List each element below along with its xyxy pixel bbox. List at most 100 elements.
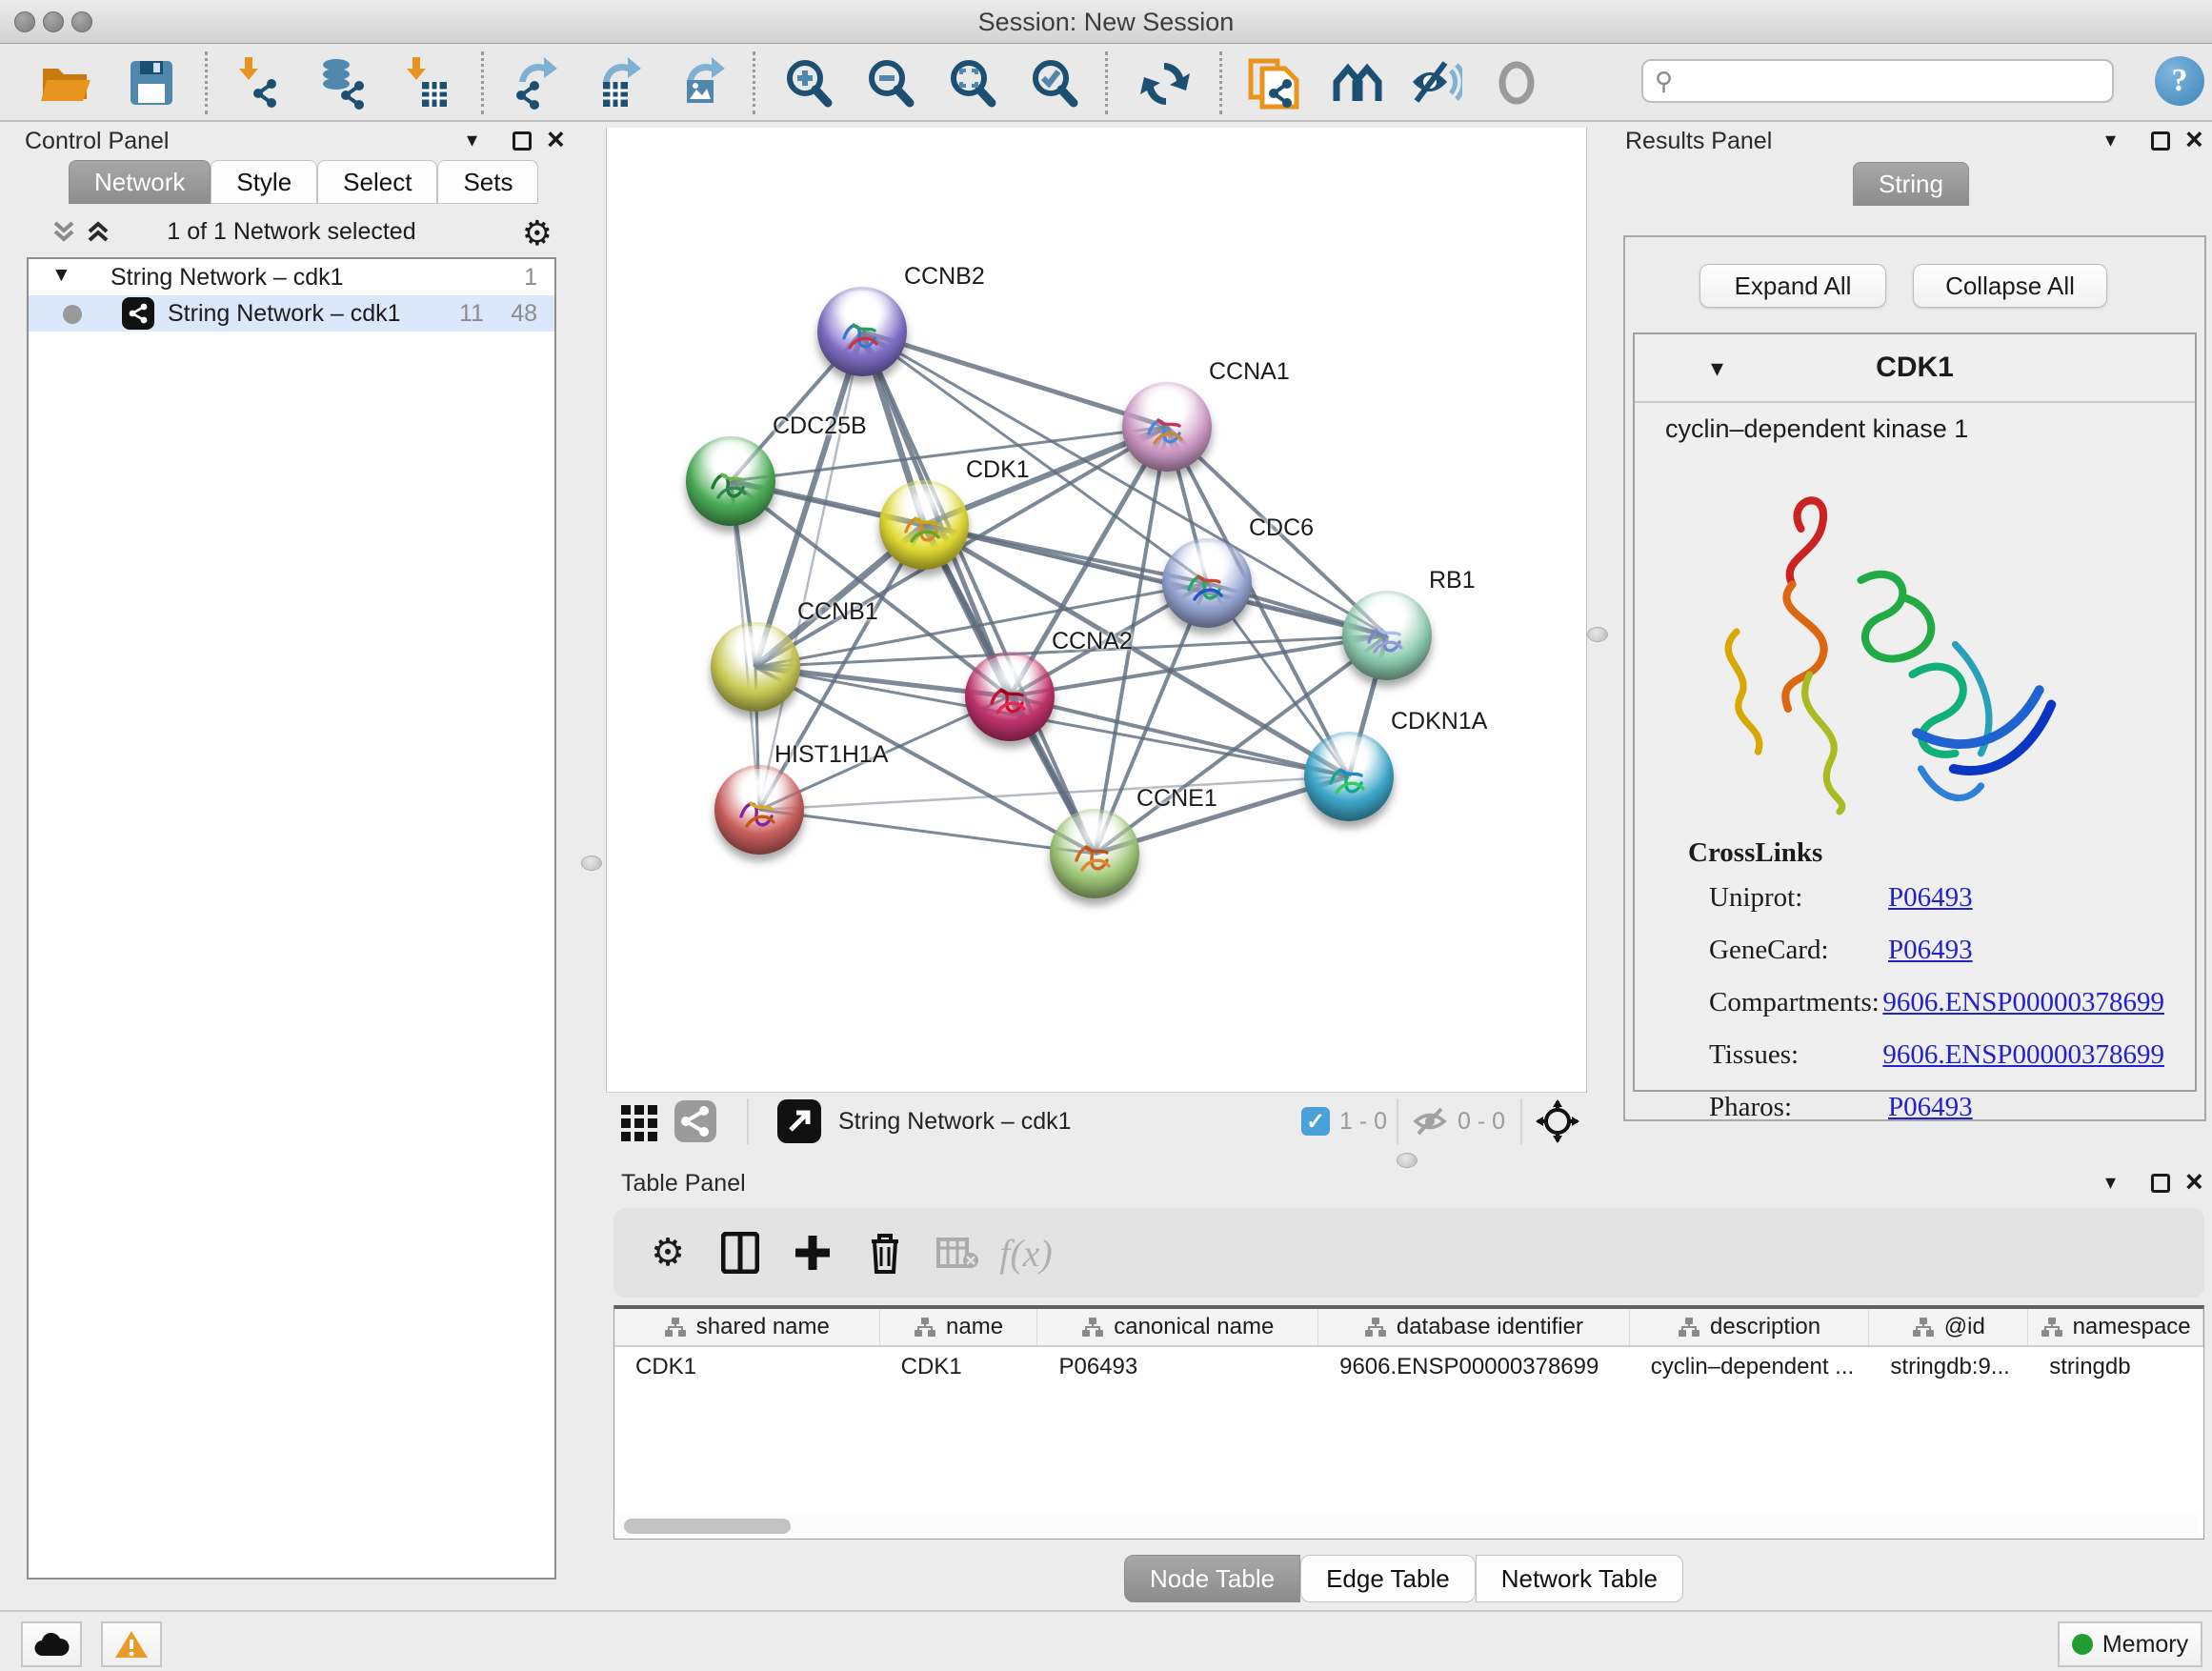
search-input[interactable] xyxy=(1673,62,2112,100)
collapse-all-button[interactable]: Collapse All xyxy=(1913,264,2107,308)
table-panel-float-icon[interactable]: ▾ xyxy=(2105,1170,2116,1195)
open-in-window-icon[interactable] xyxy=(777,1100,821,1142)
inactive-eye-icon[interactable] xyxy=(1490,56,1545,111)
control-panel-float-icon[interactable]: ▾ xyxy=(467,128,477,152)
column-header--id[interactable]: @id xyxy=(1869,1309,2028,1345)
import-network-icon[interactable] xyxy=(231,56,286,111)
network-row-selected[interactable]: String Network – cdk1 11 48 xyxy=(29,295,554,332)
network-node-ccnb1[interactable] xyxy=(711,622,800,712)
tab-select[interactable]: Select xyxy=(317,160,437,204)
search-field[interactable]: ⚲ xyxy=(1641,59,2114,103)
network-node-cdkn1a[interactable] xyxy=(1304,732,1394,821)
column-header-description[interactable]: description xyxy=(1630,1309,1870,1345)
table-cell[interactable]: stringdb:9... xyxy=(1869,1349,2028,1385)
tab-edge-table[interactable]: Edge Table xyxy=(1300,1555,1476,1602)
crosslink-link[interactable]: P06493 xyxy=(1888,882,1973,914)
network-edge[interactable] xyxy=(862,332,1095,854)
expand-all-button[interactable]: Expand All xyxy=(1699,264,1886,308)
crosslink-link[interactable]: P06493 xyxy=(1888,1092,1973,1123)
tab-network-table[interactable]: Network Table xyxy=(1476,1555,1683,1602)
table-cell[interactable]: P06493 xyxy=(1037,1349,1318,1385)
network-edge[interactable] xyxy=(759,810,1095,854)
crosslink-link[interactable]: P06493 xyxy=(1888,935,1973,966)
zoom-fit-icon[interactable] xyxy=(945,56,1000,111)
protein-thumbnail xyxy=(984,674,1036,726)
export-network-icon[interactable] xyxy=(509,56,564,111)
table-cell[interactable]: CDK1 xyxy=(614,1349,880,1385)
tab-string[interactable]: String xyxy=(1853,162,1969,206)
tab-style[interactable]: Style xyxy=(211,160,317,204)
table-cell[interactable]: CDK1 xyxy=(880,1349,1038,1385)
cloud-button[interactable] xyxy=(21,1621,82,1667)
network-node-ccne1[interactable] xyxy=(1050,809,1139,898)
crosslink-link[interactable]: 9606.ENSP00000378699 xyxy=(1882,1039,2164,1071)
column-header-name[interactable]: name xyxy=(880,1309,1038,1345)
warning-button[interactable] xyxy=(101,1621,162,1667)
grid-view-icon[interactable] xyxy=(619,1100,659,1142)
zoom-selected-icon[interactable] xyxy=(1027,56,1082,111)
save-session-icon[interactable] xyxy=(124,56,179,111)
network-node-rb1[interactable] xyxy=(1342,591,1432,680)
network-node-ccna2[interactable] xyxy=(965,652,1055,741)
network-node-cdc6[interactable] xyxy=(1162,538,1252,628)
network-edge[interactable] xyxy=(924,525,1387,635)
zoom-out-icon[interactable] xyxy=(863,56,918,111)
add-column-icon[interactable] xyxy=(785,1225,840,1280)
tab-network[interactable]: Network xyxy=(69,160,211,204)
network-edge[interactable] xyxy=(862,332,1167,427)
delete-column-icon[interactable] xyxy=(857,1225,913,1280)
network-collection-row[interactable]: ▼ String Network – cdk1 1 xyxy=(29,259,554,295)
checkbox-icon[interactable]: ✓ xyxy=(1301,1107,1330,1136)
network-node-cdk1[interactable] xyxy=(879,480,969,570)
right-splitter-handle[interactable] xyxy=(1587,627,1608,642)
results-panel-close-icon[interactable]: × xyxy=(2185,130,2203,149)
horizontal-splitter-handle[interactable] xyxy=(1397,1153,1418,1168)
hide-panels-icon[interactable] xyxy=(1408,56,1463,111)
table-cell[interactable]: 9606.ENSP00000378699 xyxy=(1318,1349,1630,1385)
table-cell[interactable]: stringdb xyxy=(2028,1349,2203,1385)
tab-node-table[interactable]: Node Table xyxy=(1124,1555,1300,1602)
zoom-in-icon[interactable] xyxy=(781,56,836,111)
network-canvas[interactable]: CCNB2CCNA1CDC25BCDK1CDC6RB1CCNB1CCNA2CDK… xyxy=(606,128,1587,1092)
export-image-icon[interactable] xyxy=(674,56,730,111)
table-settings-gear-icon[interactable]: ⚙ xyxy=(640,1225,695,1280)
import-table-icon[interactable] xyxy=(398,56,453,111)
crosslink-label: Compartments: xyxy=(1709,987,1882,1018)
column-header-shared-name[interactable]: shared name xyxy=(614,1309,880,1345)
toolbar-separator xyxy=(1219,51,1222,114)
duplicate-network-icon[interactable] xyxy=(1246,56,1301,111)
refresh-icon[interactable] xyxy=(1137,56,1193,111)
tab-sets[interactable]: Sets xyxy=(437,160,538,204)
control-panel-maximize-icon[interactable] xyxy=(513,131,532,151)
column-header-canonical-name[interactable]: canonical name xyxy=(1037,1309,1318,1345)
network-node-ccna1[interactable] xyxy=(1122,382,1212,472)
import-database-icon[interactable] xyxy=(314,56,370,111)
string-view-icon[interactable] xyxy=(674,1100,716,1142)
memory-button[interactable]: Memory xyxy=(2058,1621,2202,1667)
birdseye-toggle-icon[interactable] xyxy=(1536,1100,1579,1142)
table-horizontal-scrollbar[interactable] xyxy=(616,1516,2198,1537)
crosslink-row: Uniprot:P06493 xyxy=(1688,882,2164,914)
open-file-icon[interactable] xyxy=(38,56,93,111)
control-panel-close-icon[interactable]: × xyxy=(547,130,565,149)
left-splitter-handle[interactable] xyxy=(581,856,602,871)
help-button[interactable]: ? xyxy=(2155,56,2204,106)
network-node-hist1h1a[interactable] xyxy=(714,765,804,855)
network-node-ccnb2[interactable] xyxy=(817,287,907,376)
show-columns-icon[interactable] xyxy=(713,1225,768,1280)
birdseye-icon[interactable] xyxy=(1330,56,1385,111)
column-header-database-identifier[interactable]: database identifier xyxy=(1318,1309,1630,1345)
table-panel-maximize-icon[interactable] xyxy=(2151,1174,2170,1193)
crosslink-link[interactable]: 9606.ENSP00000378699 xyxy=(1882,987,2164,1018)
table-panel-close-icon[interactable]: × xyxy=(2185,1172,2203,1191)
tree-expand-icon[interactable]: ▼ xyxy=(51,264,71,287)
export-table-icon[interactable] xyxy=(591,56,646,111)
results-panel-maximize-icon[interactable] xyxy=(2151,131,2170,151)
network-node-cdc25b[interactable] xyxy=(686,436,775,526)
protein-thumbnail xyxy=(1361,614,1413,665)
table-cell[interactable]: cyclin–dependent ... xyxy=(1630,1349,1870,1385)
column-header-namespace[interactable]: namespace xyxy=(2028,1309,2203,1345)
results-panel-float-icon[interactable]: ▾ xyxy=(2105,128,2116,152)
scrollbar-thumb[interactable] xyxy=(624,1519,791,1534)
gear-icon[interactable]: ⚙ xyxy=(522,213,553,253)
